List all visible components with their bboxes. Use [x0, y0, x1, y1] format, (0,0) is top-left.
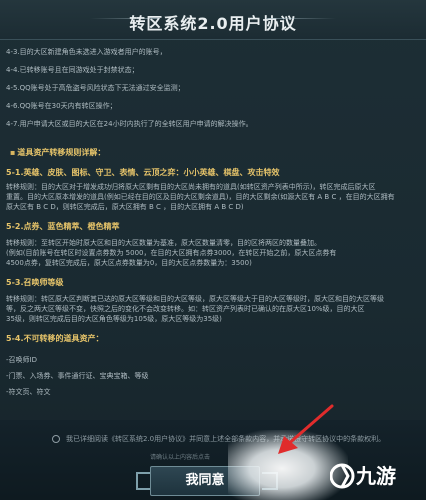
- rule-line: 4-6.QQ账号在30天内有转区操作；: [6, 102, 117, 110]
- section-heading: 5-2.点券、蓝色精萃、橙色精萃: [6, 222, 120, 231]
- section-heading: 5-1.英雄、皮肤、图标、守卫、表情、云顶之弈：小小英雄、棋盘、攻击特效: [6, 168, 280, 177]
- section-body: 转移规则：转区原大区判断其已达的原大区等级和目的大区等级，原大区等级大于目的大区…: [6, 294, 410, 324]
- body-line: 4500点券，复转区完成后，原大区点券数量为0，目的大区点券数量为：3500): [6, 259, 252, 267]
- body-line: (例如(目前账号在转区时设置点券数为 5000，在目的大区拥有点券3000，在转…: [6, 249, 337, 257]
- section-body: 转移规则：至转区开始时原大区和目的大区数量为基准，原大区数量清零，目的区将两区的…: [6, 238, 410, 268]
- rule-line: 4-4.已转移账号且在同游戏处于封禁状态；: [6, 66, 139, 74]
- section-body: 转移规则：目的大区对于增发成功归将原大区剩有目的大区尚未拥有的道具(如转区资产列…: [6, 182, 410, 212]
- body-line: 转移规则：转区原大区判断其已达的原大区等级和目的大区等级，原大区等级大于目的大区…: [6, 295, 384, 303]
- section-heading: 5-4.不可转移的道具资产：: [6, 334, 104, 343]
- title-bar: 转区系统2.0用户协议: [0, 0, 426, 40]
- body-line: 转移规则：至转区开始时原大区和目的大区数量为基准，原大区数量清零，目的区将两区的…: [6, 239, 321, 247]
- section-body: -召唤师ID -门票、入场券、事件通行证、宝典宝箱、等级 -符文页、符文: [6, 352, 410, 400]
- dialog-title: 转区系统2.0用户协议: [129, 14, 297, 33]
- bullet-icon: ▪: [10, 148, 16, 157]
- rule-line: 4-5.QQ账号处于高危盗号风险状态下无法通过安全监测；: [6, 84, 185, 92]
- body-line: 等，反之两大区等级不变，快照之后的变化不会改变转移。如：转区资产列表时已确认的在…: [6, 305, 365, 313]
- body-line: -符文页、符文: [6, 388, 51, 396]
- body-line: 重置。目的大区原本增发的道具(例如已经在目的区及目的大区剩余道具)，目的大区剩余…: [6, 193, 395, 201]
- body-line: 转移规则：目的大区对于增发成功归将原大区剩有目的大区尚未拥有的道具(如转区资产列…: [6, 183, 376, 191]
- rule-line: 4-7.用户申请大区或目的大区在24小时内执行了的全转区用户申请的解决操作。: [6, 120, 253, 128]
- body-line: -门票、入场券、事件通行证、宝典宝箱、等级: [6, 372, 149, 380]
- title-ornament-right: [266, 18, 336, 19]
- red-arrow-icon: [278, 404, 334, 454]
- watermark-logo-text: 九游: [356, 464, 396, 488]
- footer-note: 请确认以上内容后点击: [150, 454, 211, 461]
- body-line: -召唤师ID: [6, 356, 37, 364]
- section-heading: 5-3.召唤师等级: [6, 278, 64, 287]
- body-line: 原大区有 B C D，则转区完成后，原大区拥有 B C ，目的大区拥有 A B …: [6, 203, 244, 211]
- agree-radio[interactable]: [52, 435, 60, 443]
- rule-line: 4-3.目的大区新建角色未选进入游戏者用户的账号，: [6, 48, 167, 56]
- agreement-scroll-content[interactable]: 4-3.目的大区新建角色未选进入游戏者用户的账号， 4-4.已转移账号且在同游戏…: [6, 44, 420, 416]
- body-line: 35级，则转区完成后目的大区角色等级为105级，原大区等级为35级): [6, 315, 222, 323]
- section-title: ▪ 道具资产转移规则详解：: [10, 148, 106, 157]
